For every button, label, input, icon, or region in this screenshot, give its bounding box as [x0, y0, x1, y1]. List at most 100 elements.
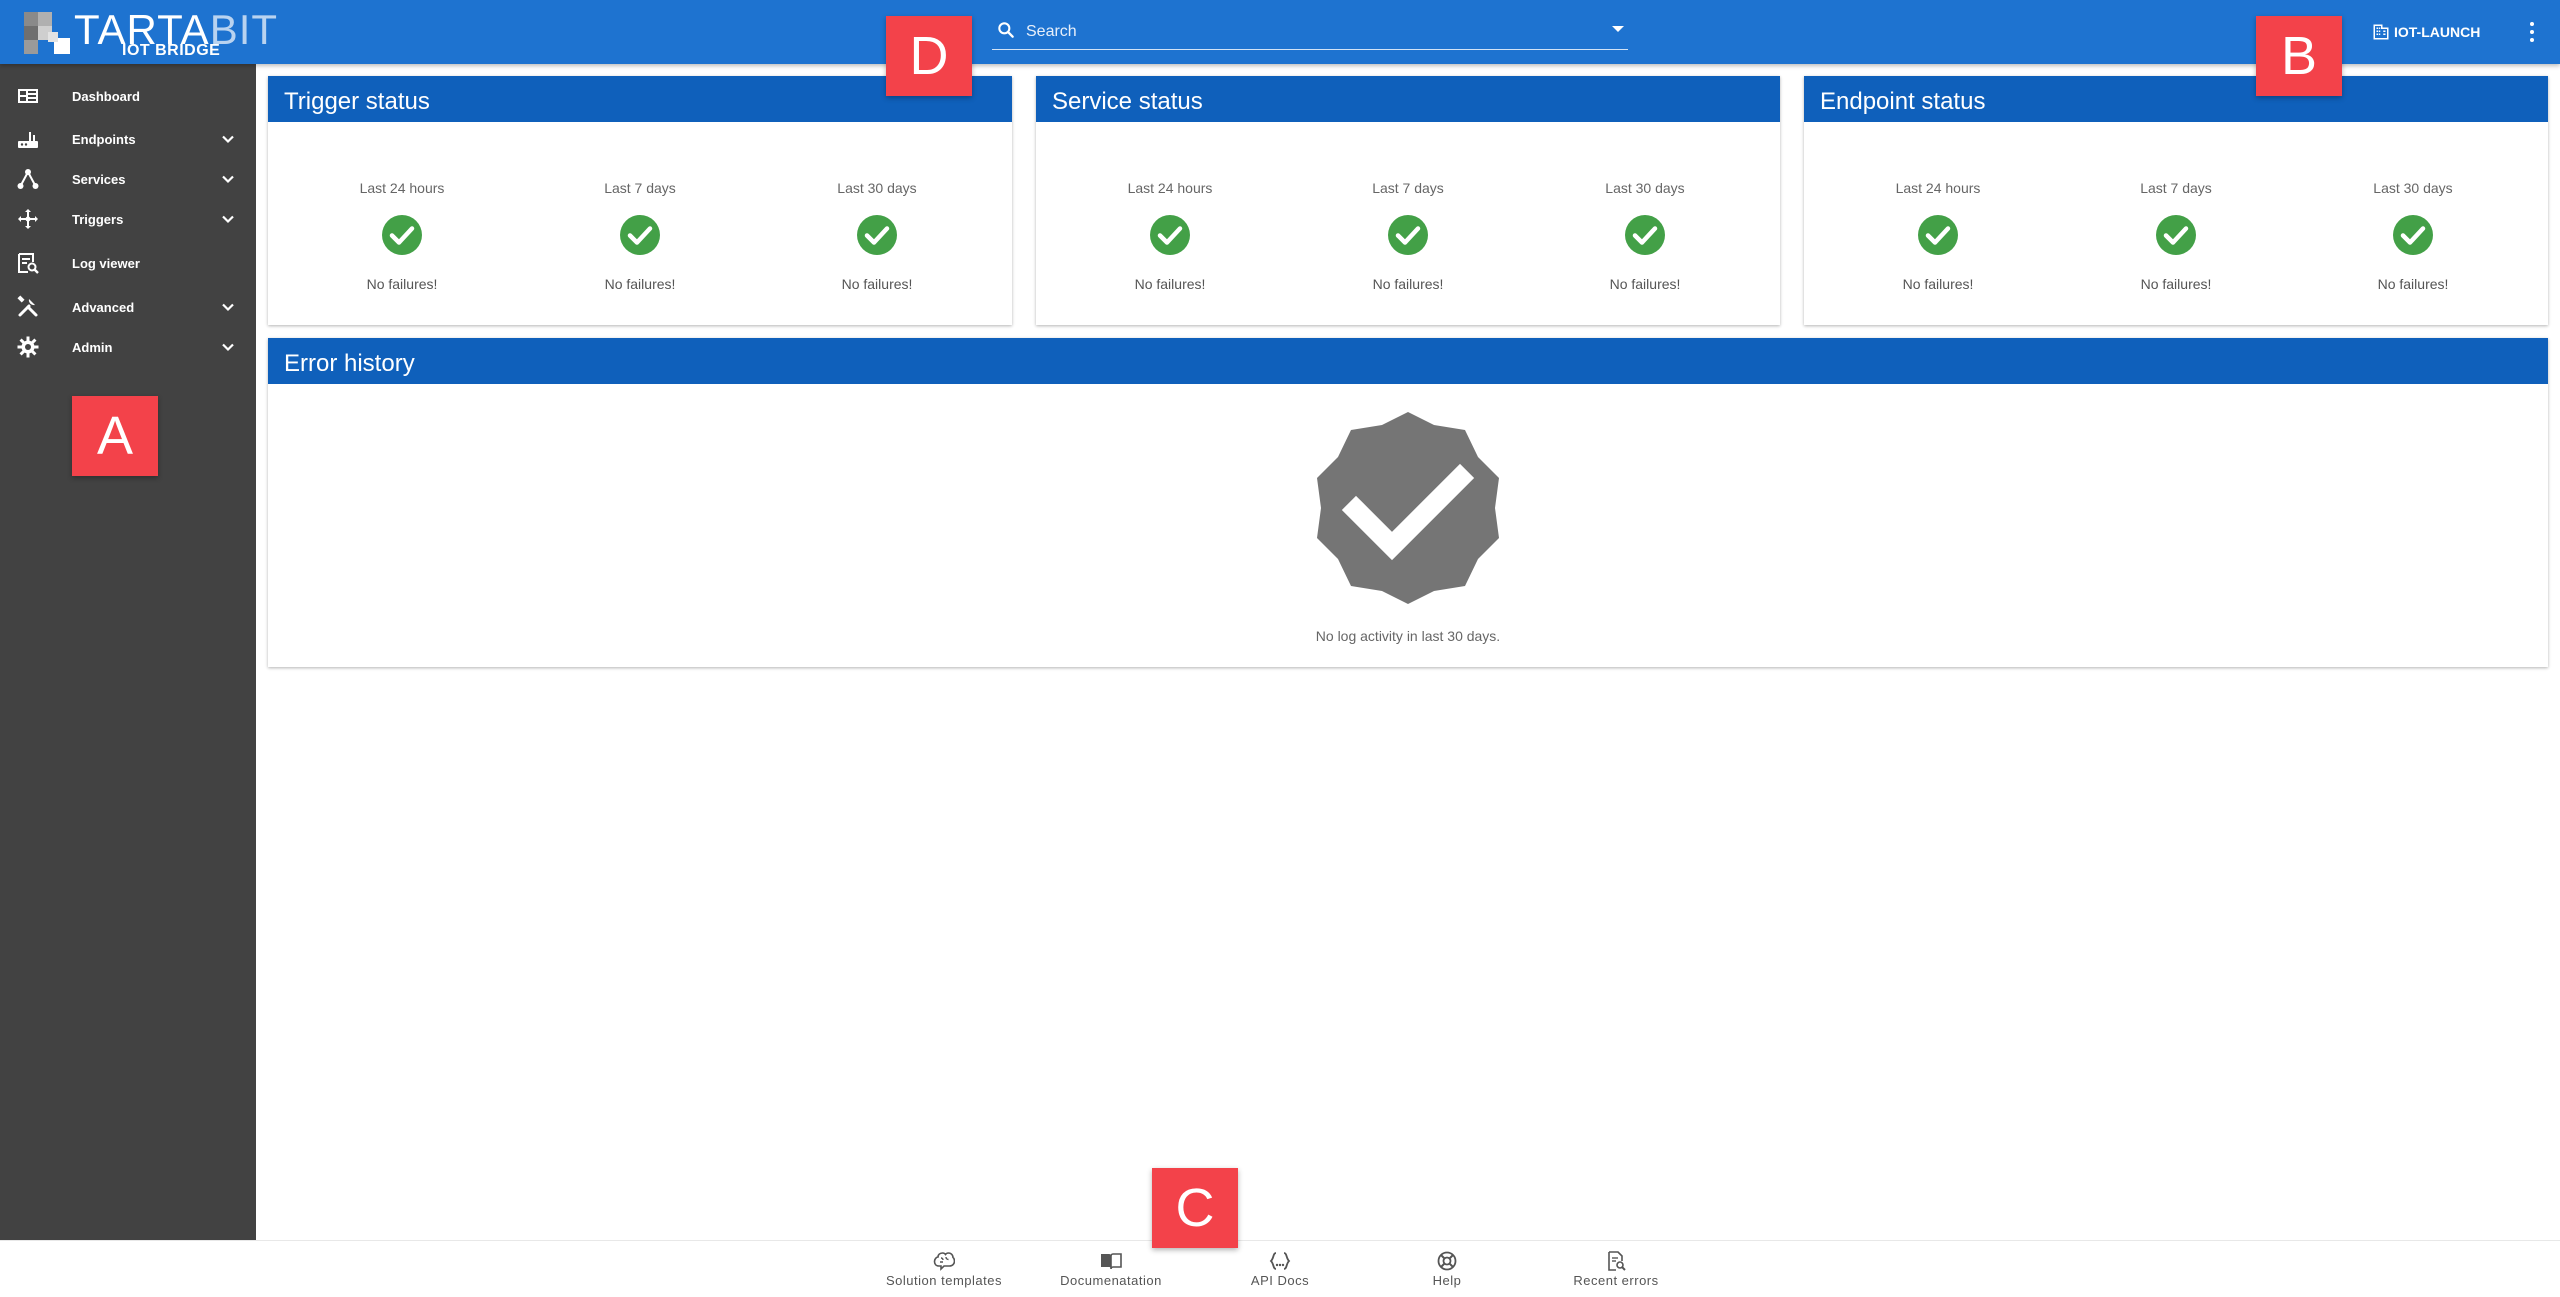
chevron-down-icon [222, 343, 234, 352]
search-bar [992, 16, 1628, 50]
marker-c: C [1152, 1168, 1238, 1248]
arrows-move-icon [18, 209, 38, 229]
tartabit-logo[interactable]: TARTABIT IOT BRIDGE [18, 4, 277, 60]
top-app-bar: TARTABIT IOT BRIDGE IOT-LAUNCH [0, 0, 2560, 64]
recent-errors-button[interactable]: Recent errors [1536, 1251, 1696, 1291]
footer-label: Recent errors [1573, 1273, 1659, 1288]
status-column-30d: Last 30 days No failures! [777, 180, 977, 292]
sidebar-item-triggers[interactable]: Triggers [0, 199, 256, 239]
chevron-down-icon [222, 303, 234, 312]
service-status-card: Service status Last 24 hours No failures… [1036, 76, 1780, 325]
api-docs-button[interactable]: API Docs [1200, 1251, 1360, 1291]
code-braces-icon [1269, 1252, 1291, 1270]
status-column-30d: Last 30 days No failures! [2313, 180, 2513, 292]
check-circle-icon [1625, 215, 1665, 255]
search-input[interactable] [1026, 16, 1586, 48]
hub-icon [17, 169, 39, 189]
error-history-card: Error history No log activity in last 30… [268, 338, 2548, 667]
marker-d: D [886, 16, 972, 96]
status-text: No failures! [2140, 276, 2212, 292]
status-column-7d: Last 7 days No failures! [1308, 180, 1508, 292]
sidebar-item-label: Endpoints [72, 131, 136, 147]
sidebar-item-endpoints[interactable]: Endpoints [0, 119, 256, 159]
chevron-down-icon [222, 215, 234, 224]
sidebar: Dashboard Endpoints Services Triggers Lo… [0, 64, 256, 1240]
search-icon [998, 22, 1014, 38]
footer-label: Help [1432, 1273, 1462, 1288]
sidebar-item-dashboard[interactable]: Dashboard [0, 76, 256, 116]
endpoint-status-card: Endpoint status Last 24 hours No failure… [1804, 76, 2548, 325]
footer-label: Solution templates [886, 1273, 1002, 1288]
footer-label: API Docs [1250, 1273, 1310, 1288]
status-column-7d: Last 7 days No failures! [2076, 180, 2276, 292]
sidebar-item-services[interactable]: Services [0, 159, 256, 199]
router-icon [18, 132, 38, 148]
check-circle-icon [1388, 215, 1428, 255]
verified-badge-icon [1317, 412, 1499, 604]
chevron-down-icon [222, 135, 234, 144]
solution-templates-button[interactable]: Solution templates [864, 1251, 1024, 1291]
status-text: No failures! [604, 276, 676, 292]
footer-bar: Solution templates Documenatation API Do… [0, 1240, 2560, 1297]
status-text: No failures! [1372, 276, 1444, 292]
status-column-24h: Last 24 hours No failures! [1838, 180, 2038, 292]
trigger-status-card: Trigger status Last 24 hours No failures… [268, 76, 1012, 325]
card-title: Error history [268, 338, 2548, 384]
status-text: No failures! [2377, 276, 2449, 292]
sidebar-item-label: Triggers [72, 211, 124, 227]
card-title: Service status [1036, 76, 1780, 122]
sidebar-item-log-viewer[interactable]: Log viewer [0, 243, 256, 283]
tools-icon [17, 295, 38, 317]
status-column-24h: Last 24 hours No failures! [1070, 180, 1270, 292]
book-icon [1101, 1253, 1122, 1270]
status-text: No failures! [366, 276, 438, 292]
check-circle-icon [620, 215, 660, 255]
status-period: Last 7 days [2140, 180, 2212, 196]
logo-subtitle: IOT BRIDGE [122, 42, 221, 59]
status-column-7d: Last 7 days No failures! [540, 180, 740, 292]
chevron-down-icon [222, 175, 234, 184]
status-period: Last 30 days [2373, 180, 2453, 196]
status-text: No failures! [1134, 276, 1206, 292]
more-vert-icon[interactable] [2524, 18, 2540, 46]
gear-icon [17, 336, 39, 358]
check-circle-icon [857, 215, 897, 255]
check-circle-icon [2393, 215, 2433, 255]
footer-label: Documenatation [1060, 1273, 1162, 1288]
status-text: No failures! [1609, 276, 1681, 292]
status-column-30d: Last 30 days No failures! [1545, 180, 1745, 292]
search-dropdown-icon[interactable] [1612, 26, 1624, 32]
status-period: Last 24 hours [1895, 180, 1981, 196]
sidebar-item-label: Admin [72, 339, 113, 355]
help-button[interactable]: Help [1367, 1251, 1527, 1291]
status-period: Last 7 days [1372, 180, 1444, 196]
logo-mark-icon [24, 12, 70, 54]
status-period: Last 30 days [1605, 180, 1685, 196]
sidebar-item-advanced[interactable]: Advanced [0, 287, 256, 327]
sidebar-item-label: Log viewer [72, 255, 140, 271]
status-period: Last 7 days [604, 180, 676, 196]
check-circle-icon [382, 215, 422, 255]
sidebar-item-label: Advanced [72, 299, 135, 315]
tenant-label: IOT-LAUNCH [2394, 24, 2481, 40]
check-circle-icon [2156, 215, 2196, 255]
brain-icon [933, 1252, 955, 1271]
building-icon [2373, 24, 2389, 40]
status-period: Last 24 hours [1127, 180, 1213, 196]
status-text: No failures! [841, 276, 913, 292]
status-column-24h: Last 24 hours No failures! [302, 180, 502, 292]
status-period: Last 30 days [837, 180, 917, 196]
error-history-message: No log activity in last 30 days. [1315, 628, 1501, 644]
marker-a: A [72, 396, 158, 476]
sidebar-item-admin[interactable]: Admin [0, 327, 256, 367]
status-text: No failures! [1902, 276, 1974, 292]
tenant-button[interactable]: IOT-LAUNCH [2372, 20, 2480, 44]
documentation-button[interactable]: Documenatation [1031, 1251, 1191, 1291]
card-title: Endpoint status [1804, 76, 2548, 122]
sidebar-item-label: Dashboard [72, 88, 140, 104]
sidebar-item-label: Services [72, 171, 126, 187]
file-search-icon [1608, 1251, 1626, 1271]
check-circle-icon [1150, 215, 1190, 255]
status-period: Last 24 hours [359, 180, 445, 196]
marker-b: B [2256, 16, 2342, 96]
